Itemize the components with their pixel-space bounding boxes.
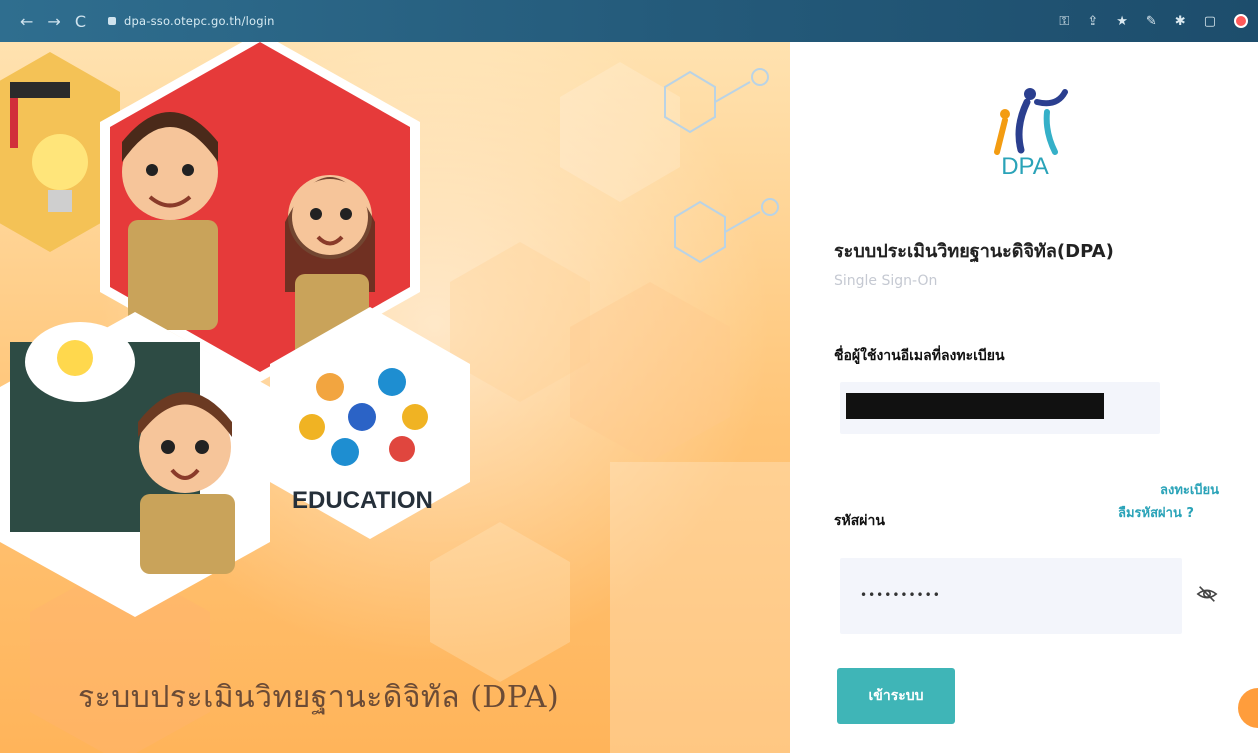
toggle-password-visibility-icon[interactable] xyxy=(1196,583,1218,605)
username-label: ชื่อผู้ใช้งานอีเมลที่ลงทะเบียน xyxy=(834,348,1005,364)
browser-nav: ← → C xyxy=(20,12,86,31)
password-value: •••••••••• xyxy=(860,588,941,602)
sidebar-icon[interactable]: ▢ xyxy=(1204,14,1216,29)
reload-icon[interactable]: C xyxy=(75,12,86,31)
address-bar[interactable]: dpa-sso.otepc.go.th/login xyxy=(107,14,275,28)
education-label: EDUCATION xyxy=(292,487,433,514)
puzzle-icon[interactable]: ✱ xyxy=(1175,14,1186,29)
forward-icon[interactable]: → xyxy=(47,12,60,31)
username-field[interactable] xyxy=(840,382,1160,434)
url-text[interactable]: dpa-sso.otepc.go.th/login xyxy=(124,14,275,28)
key-icon[interactable]: ⚿ xyxy=(1059,14,1069,29)
register-link[interactable]: ลงทะเบียน xyxy=(1160,479,1219,500)
page-subtitle: Single Sign-On xyxy=(834,273,938,289)
extension-icon[interactable]: ✎ xyxy=(1146,14,1157,29)
login-button[interactable]: เข้าระบบ xyxy=(837,668,955,724)
hero-title: ระบบประเมินวิทยฐานะดิจิทัล (DPA) xyxy=(78,680,560,715)
hero-illustration: EDUCATION ระบบประเมินวิทยฐานะดิจิทัล (DP… xyxy=(0,42,790,753)
forgot-password-link[interactable]: ลืมรหัสผ่าน ? xyxy=(1118,502,1194,523)
lock-icon xyxy=(107,17,116,25)
password-field[interactable]: •••••••••• xyxy=(840,558,1182,634)
browser-actions: ⚿ ⇪ ★ ✎ ✱ ▢ xyxy=(1059,14,1248,29)
back-icon[interactable]: ← xyxy=(20,12,33,31)
browser-toolbar: ← → C dpa-sso.otepc.go.th/login ⚿ ⇪ ★ ✎ … xyxy=(0,0,1258,42)
dpa-logo: DPA xyxy=(994,88,1068,180)
star-icon[interactable]: ★ xyxy=(1116,14,1128,29)
svg-text:DPA: DPA xyxy=(1001,153,1049,180)
page-title: ระบบประเมินวิทยฐานะดิจิทัล(DPA) xyxy=(834,241,1114,262)
password-label: รหัสผ่าน xyxy=(834,513,885,529)
redacted-value xyxy=(846,393,1104,419)
profile-icon[interactable] xyxy=(1234,14,1248,28)
share-icon[interactable]: ⇪ xyxy=(1087,14,1098,29)
hero-artwork xyxy=(0,42,790,753)
